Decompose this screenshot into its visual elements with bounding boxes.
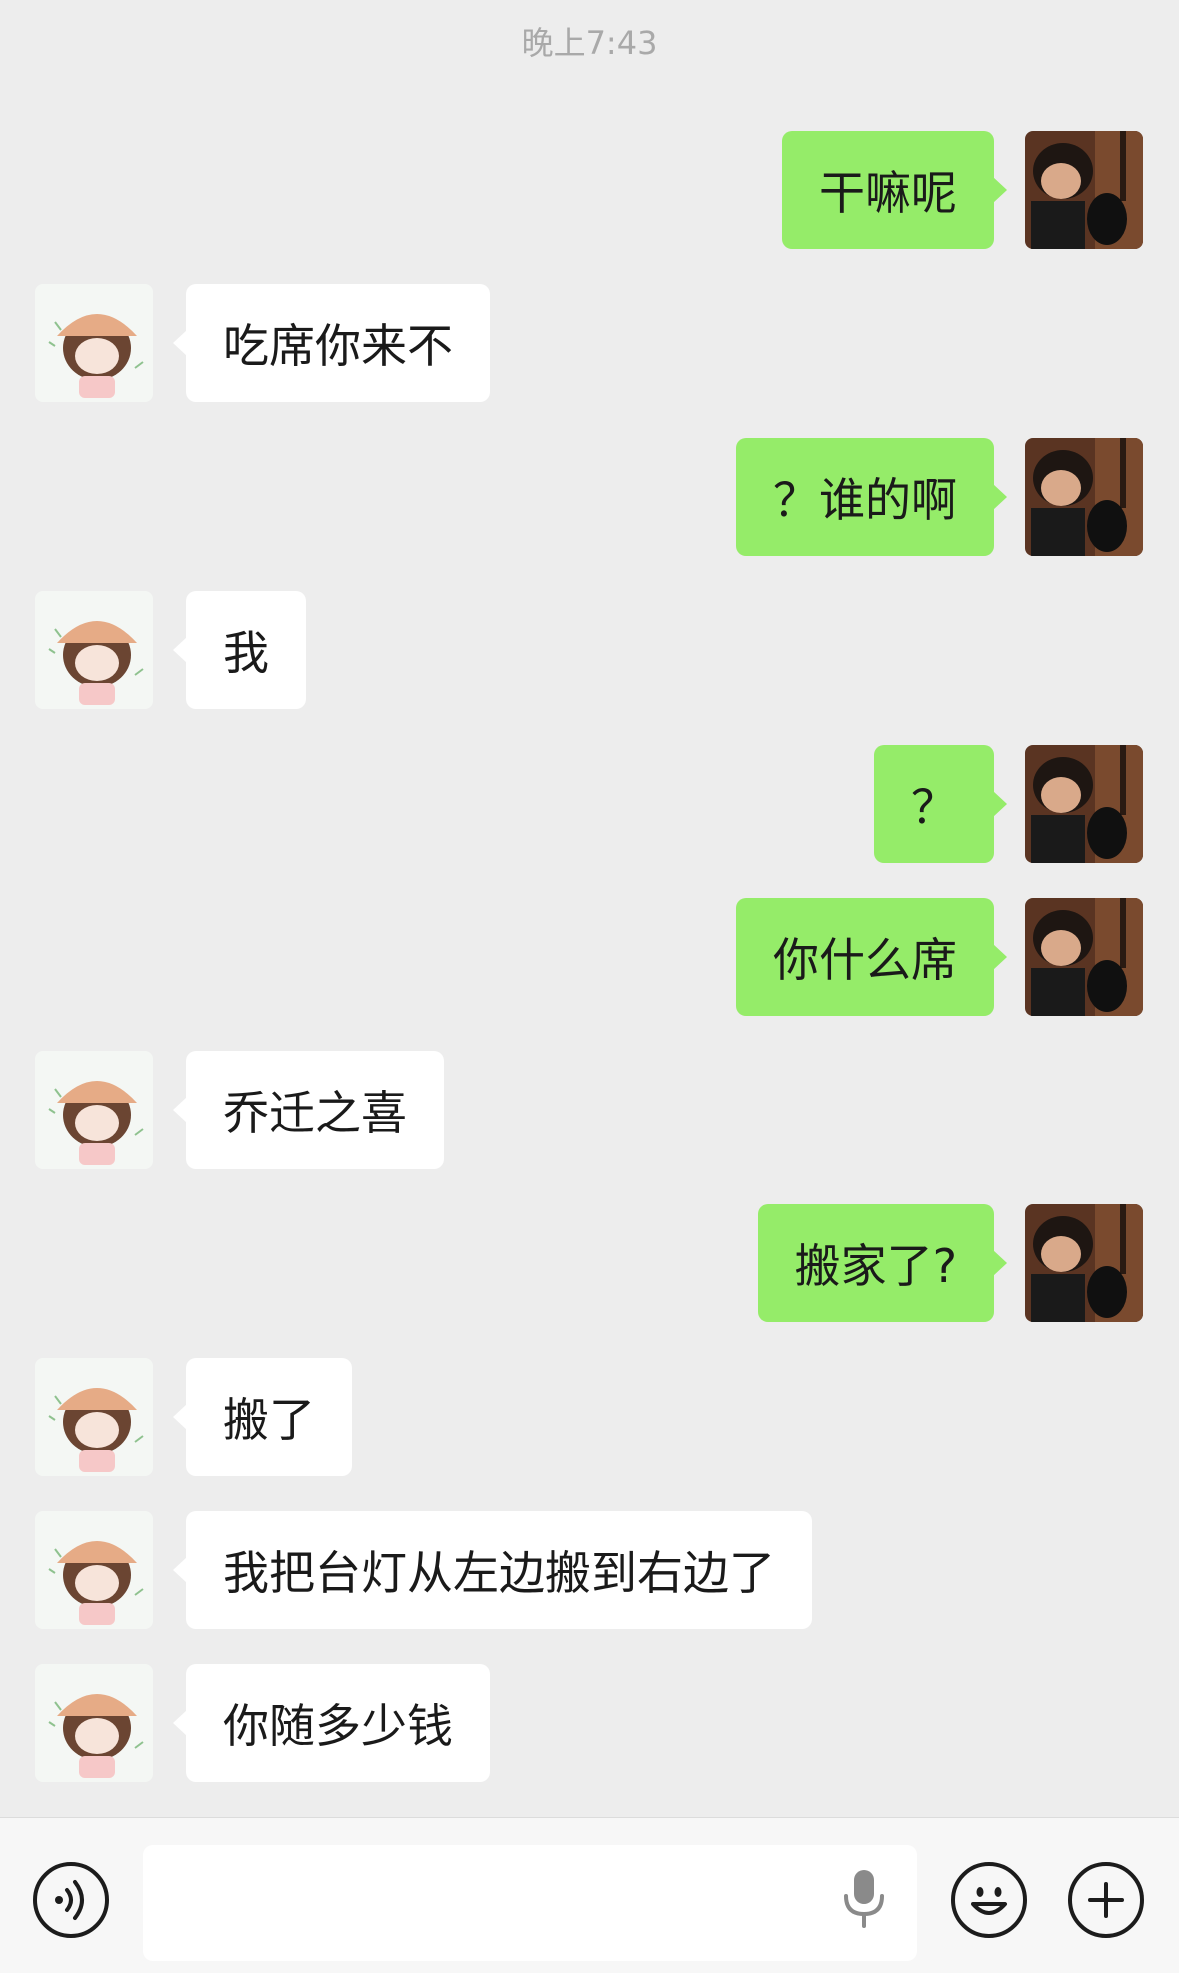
message-row: 我把台灯从左边搬到右边了 — [0, 1511, 1179, 1629]
contact-message-bubble[interactable]: 吃席你来不 — [173, 284, 490, 402]
message-row: 你随多少钱 — [0, 1664, 1179, 1782]
message-row: ？ — [0, 745, 1179, 863]
contact-avatar[interactable] — [35, 1511, 153, 1629]
my-message-bubble[interactable]: ？谁的啊 — [736, 438, 1007, 556]
my-avatar[interactable] — [1025, 898, 1143, 1016]
voice-toggle-button[interactable] — [33, 1862, 109, 1938]
contact-message-bubble[interactable]: 搬了 — [173, 1358, 352, 1476]
plus-icon — [1088, 1882, 1124, 1918]
message-row: 我 — [0, 591, 1179, 709]
my-avatar[interactable] — [1025, 745, 1143, 863]
message-row: 干嘛呢 — [0, 131, 1179, 249]
contact-message-bubble[interactable]: 乔迁之喜 — [173, 1051, 444, 1169]
contact-message-bubble[interactable]: 你随多少钱 — [173, 1664, 490, 1782]
emoji-button[interactable] — [951, 1862, 1027, 1938]
message-row: ？谁的啊 — [0, 438, 1179, 556]
message-row: 你什么席 — [0, 898, 1179, 1016]
microphone-icon — [844, 1870, 884, 1928]
contact-avatar[interactable] — [35, 1051, 153, 1169]
my-message-bubble[interactable]: ？ — [874, 745, 1007, 863]
message-row: 搬了 — [0, 1358, 1179, 1476]
message-row: 搬家了? — [0, 1204, 1179, 1322]
input-bar — [0, 1817, 1179, 1973]
my-avatar[interactable] — [1025, 131, 1143, 249]
message-row: 乔迁之喜 — [0, 1051, 1179, 1169]
add-button[interactable] — [1068, 1862, 1144, 1938]
chat-screen: 晚上7:43 干嘛呢 吃席你来不 ？谁的啊 我 ？ 你什么席 乔迁之喜 搬家了?… — [0, 0, 1179, 1973]
emoji-icon — [971, 1887, 1007, 1915]
message-input[interactable] — [143, 1845, 917, 1961]
contact-avatar[interactable] — [35, 1664, 153, 1782]
voice-toggle-icon — [55, 1880, 84, 1920]
contact-message-bubble[interactable]: 我把台灯从左边搬到右边了 — [173, 1511, 812, 1629]
my-avatar[interactable] — [1025, 1204, 1143, 1322]
my-message-bubble[interactable]: 干嘛呢 — [782, 131, 1007, 249]
contact-avatar[interactable] — [35, 284, 153, 402]
microphone-button[interactable] — [842, 1868, 886, 1930]
timestamp: 晚上7:43 — [521, 24, 658, 62]
my-message-bubble[interactable]: 搬家了? — [757, 1204, 1008, 1322]
my-avatar[interactable] — [1025, 438, 1143, 556]
contact-message-bubble[interactable]: 我 — [173, 591, 306, 709]
contact-avatar[interactable] — [35, 591, 153, 709]
my-message-bubble[interactable]: 你什么席 — [736, 898, 1007, 1016]
message-row: 吃席你来不 — [0, 284, 1179, 402]
contact-avatar[interactable] — [35, 1358, 153, 1476]
